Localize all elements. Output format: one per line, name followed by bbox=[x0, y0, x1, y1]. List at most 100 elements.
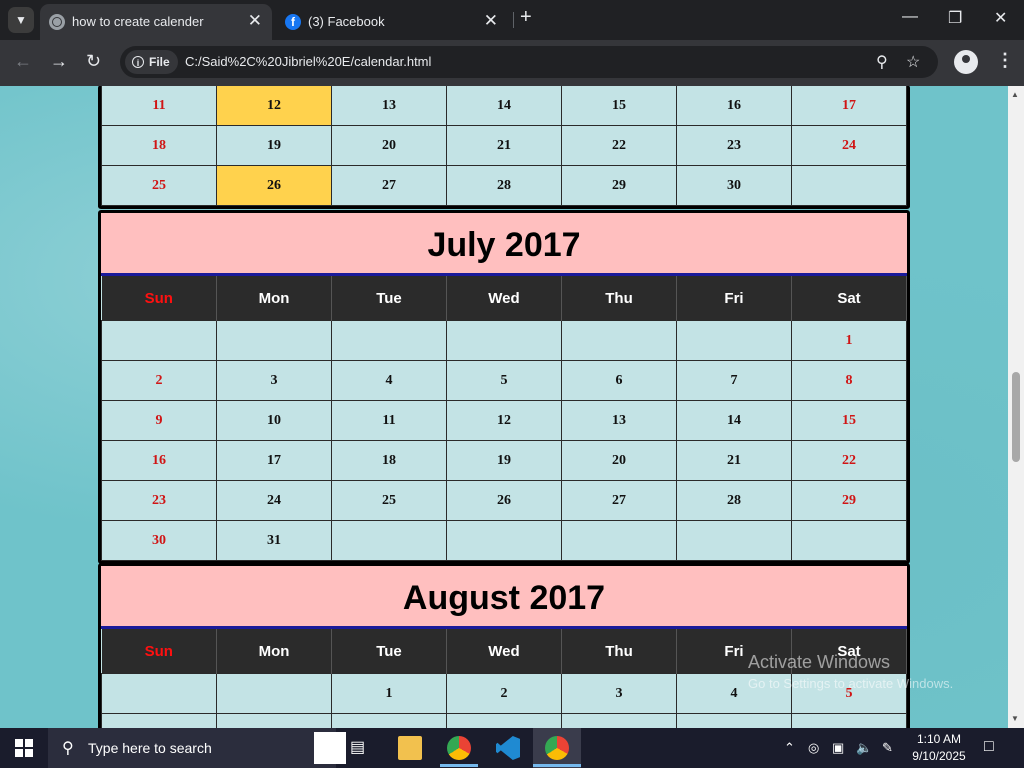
restore-icon[interactable]: ❐ bbox=[948, 8, 962, 28]
weekday-thu: Thu bbox=[561, 629, 677, 674]
weekday-wed: Wed bbox=[446, 276, 562, 321]
day-cell: 26 bbox=[446, 480, 562, 521]
day-cell bbox=[101, 673, 217, 714]
weekday-fri: Fri bbox=[676, 276, 792, 321]
clock-time: 1:10 AM bbox=[916, 732, 962, 746]
meet-now-icon[interactable]: ◎ bbox=[808, 740, 819, 756]
day-cell: 15 bbox=[791, 400, 907, 441]
day-cell: 16 bbox=[676, 86, 792, 126]
day-cell: 11 bbox=[101, 86, 217, 126]
day-cell-highlighted: 12 bbox=[216, 86, 332, 126]
file-explorer-icon[interactable] bbox=[398, 736, 422, 760]
chrome-active-window[interactable] bbox=[533, 728, 581, 768]
active-app-indicator bbox=[533, 764, 581, 767]
task-view-icon[interactable]: ▤ bbox=[350, 737, 365, 757]
more-menu-icon[interactable]: ⋮ bbox=[996, 50, 1014, 71]
day-cell: 21 bbox=[446, 125, 562, 166]
day-cell: 25 bbox=[101, 165, 217, 206]
page-scrollbar[interactable]: ▲ ▼ bbox=[1008, 86, 1024, 728]
windows-start-icon[interactable] bbox=[15, 739, 33, 757]
close-window-icon[interactable]: ✕ bbox=[994, 8, 1007, 28]
tab-facebook[interactable]: f (3) Facebook ✕ bbox=[276, 4, 508, 40]
tab-title: (3) Facebook bbox=[308, 14, 385, 29]
day-cell: 30 bbox=[676, 165, 792, 206]
page-content[interactable]: 11 12 13 14 15 16 17 18 19 20 21 22 23 2… bbox=[0, 86, 1008, 728]
tab-search-chevron-down-icon[interactable]: ▼ bbox=[8, 7, 34, 33]
table-row: 23 24 25 26 27 28 29 bbox=[101, 480, 907, 521]
day-cell bbox=[216, 320, 332, 361]
site-info-chip[interactable]: i File bbox=[125, 50, 178, 74]
day-cell: 11 bbox=[331, 400, 447, 441]
day-cell: 27 bbox=[331, 165, 447, 206]
tab-calendar[interactable]: how to create calender ✕ bbox=[40, 4, 272, 40]
reload-icon[interactable]: ↻ bbox=[86, 51, 101, 72]
activate-windows-watermark: Activate Windows bbox=[748, 652, 891, 672]
scroll-up-arrow-icon[interactable]: ▲ bbox=[1011, 90, 1019, 99]
day-cell bbox=[101, 320, 217, 361]
url-text[interactable]: C:/Said%2C%20Jibriel%20E/calendar.html bbox=[185, 54, 431, 69]
new-tab-plus-icon[interactable]: + bbox=[520, 6, 532, 29]
day-cell: 20 bbox=[561, 440, 677, 481]
back-arrow-icon[interactable]: ← bbox=[14, 51, 32, 72]
taskbar-search-box[interactable]: ⚲ Type here to search bbox=[48, 728, 346, 768]
system-clock[interactable]: 1:10 AM 9/10/2025 bbox=[904, 731, 974, 765]
weekday-thu: Thu bbox=[561, 276, 677, 321]
calendar-july-2017: July 2017 Sun Mon Tue Wed Thu Fri Sat 1 … bbox=[98, 210, 910, 564]
day-cell: 2 bbox=[101, 360, 217, 401]
scrollbar-thumb[interactable] bbox=[1012, 372, 1020, 462]
pen-icon[interactable]: ✎ bbox=[882, 740, 893, 756]
day-cell bbox=[331, 320, 447, 361]
profile-avatar-icon[interactable] bbox=[954, 50, 978, 74]
day-cell: 1 bbox=[331, 673, 447, 714]
day-cell bbox=[676, 520, 792, 561]
day-cell: 22 bbox=[791, 440, 907, 481]
vscode-icon[interactable] bbox=[496, 736, 520, 760]
browser-toolbar: ← → ↻ i File C:/Said%2C%20Jibriel%20E/ca… bbox=[0, 40, 1024, 86]
day-cell: 14 bbox=[446, 86, 562, 126]
weekday-mon: Mon bbox=[216, 629, 332, 674]
windows-taskbar: ⚲ Type here to search ▤ ⌃ ◎ ▣ 🔈 ✎ 1:10 A… bbox=[0, 728, 1024, 768]
day-cell: 19 bbox=[446, 440, 562, 481]
day-cell: 6 bbox=[561, 360, 677, 401]
address-bar[interactable]: i File C:/Said%2C%20Jibriel%20E/calendar… bbox=[120, 46, 938, 78]
table-row: 1 bbox=[101, 320, 907, 361]
chrome-icon bbox=[545, 736, 569, 760]
chrome-icon[interactable] bbox=[447, 736, 471, 760]
notification-icon[interactable]: □ bbox=[984, 738, 994, 756]
day-cell: 13 bbox=[561, 400, 677, 441]
day-cell: 27 bbox=[561, 480, 677, 521]
day-cell bbox=[446, 520, 562, 561]
close-tab-icon[interactable]: ✕ bbox=[248, 11, 262, 31]
day-cell bbox=[561, 520, 677, 561]
activate-windows-subtext: Go to Settings to activate Windows. bbox=[748, 676, 954, 691]
network-icon[interactable]: ▣ bbox=[832, 740, 844, 756]
day-cell bbox=[791, 165, 907, 206]
weekday-tue: Tue bbox=[331, 276, 447, 321]
day-cell: 21 bbox=[676, 440, 792, 481]
table-row: 25 26 27 28 29 30 bbox=[101, 165, 907, 206]
weekday-tue: Tue bbox=[331, 629, 447, 674]
day-cell-highlighted: 26 bbox=[216, 165, 332, 206]
chevron-up-icon[interactable]: ⌃ bbox=[784, 740, 795, 756]
day-cell: 9 bbox=[446, 713, 562, 728]
globe-icon bbox=[49, 14, 65, 30]
day-cell: 12 bbox=[791, 713, 907, 728]
forward-arrow-icon[interactable]: → bbox=[50, 51, 68, 72]
volume-icon[interactable]: 🔈 bbox=[856, 740, 872, 756]
day-cell: 24 bbox=[216, 480, 332, 521]
scroll-down-arrow-icon[interactable]: ▼ bbox=[1011, 714, 1019, 723]
clock-date: 9/10/2025 bbox=[912, 749, 966, 763]
day-cell: 10 bbox=[561, 713, 677, 728]
minimize-icon[interactable]: — bbox=[902, 8, 918, 26]
day-cell: 15 bbox=[561, 86, 677, 126]
table-row: 11 12 13 14 15 16 17 bbox=[101, 86, 907, 126]
zoom-icon[interactable]: ⚲ bbox=[876, 52, 888, 72]
day-cell bbox=[446, 320, 562, 361]
day-cell: 5 bbox=[446, 360, 562, 401]
day-cell: 22 bbox=[561, 125, 677, 166]
day-cell: 16 bbox=[101, 440, 217, 481]
bookmark-star-icon[interactable]: ☆ bbox=[906, 52, 920, 72]
sudoku-search-highlight-icon bbox=[314, 732, 346, 764]
day-cell bbox=[561, 320, 677, 361]
close-tab-icon[interactable]: ✕ bbox=[484, 11, 498, 31]
